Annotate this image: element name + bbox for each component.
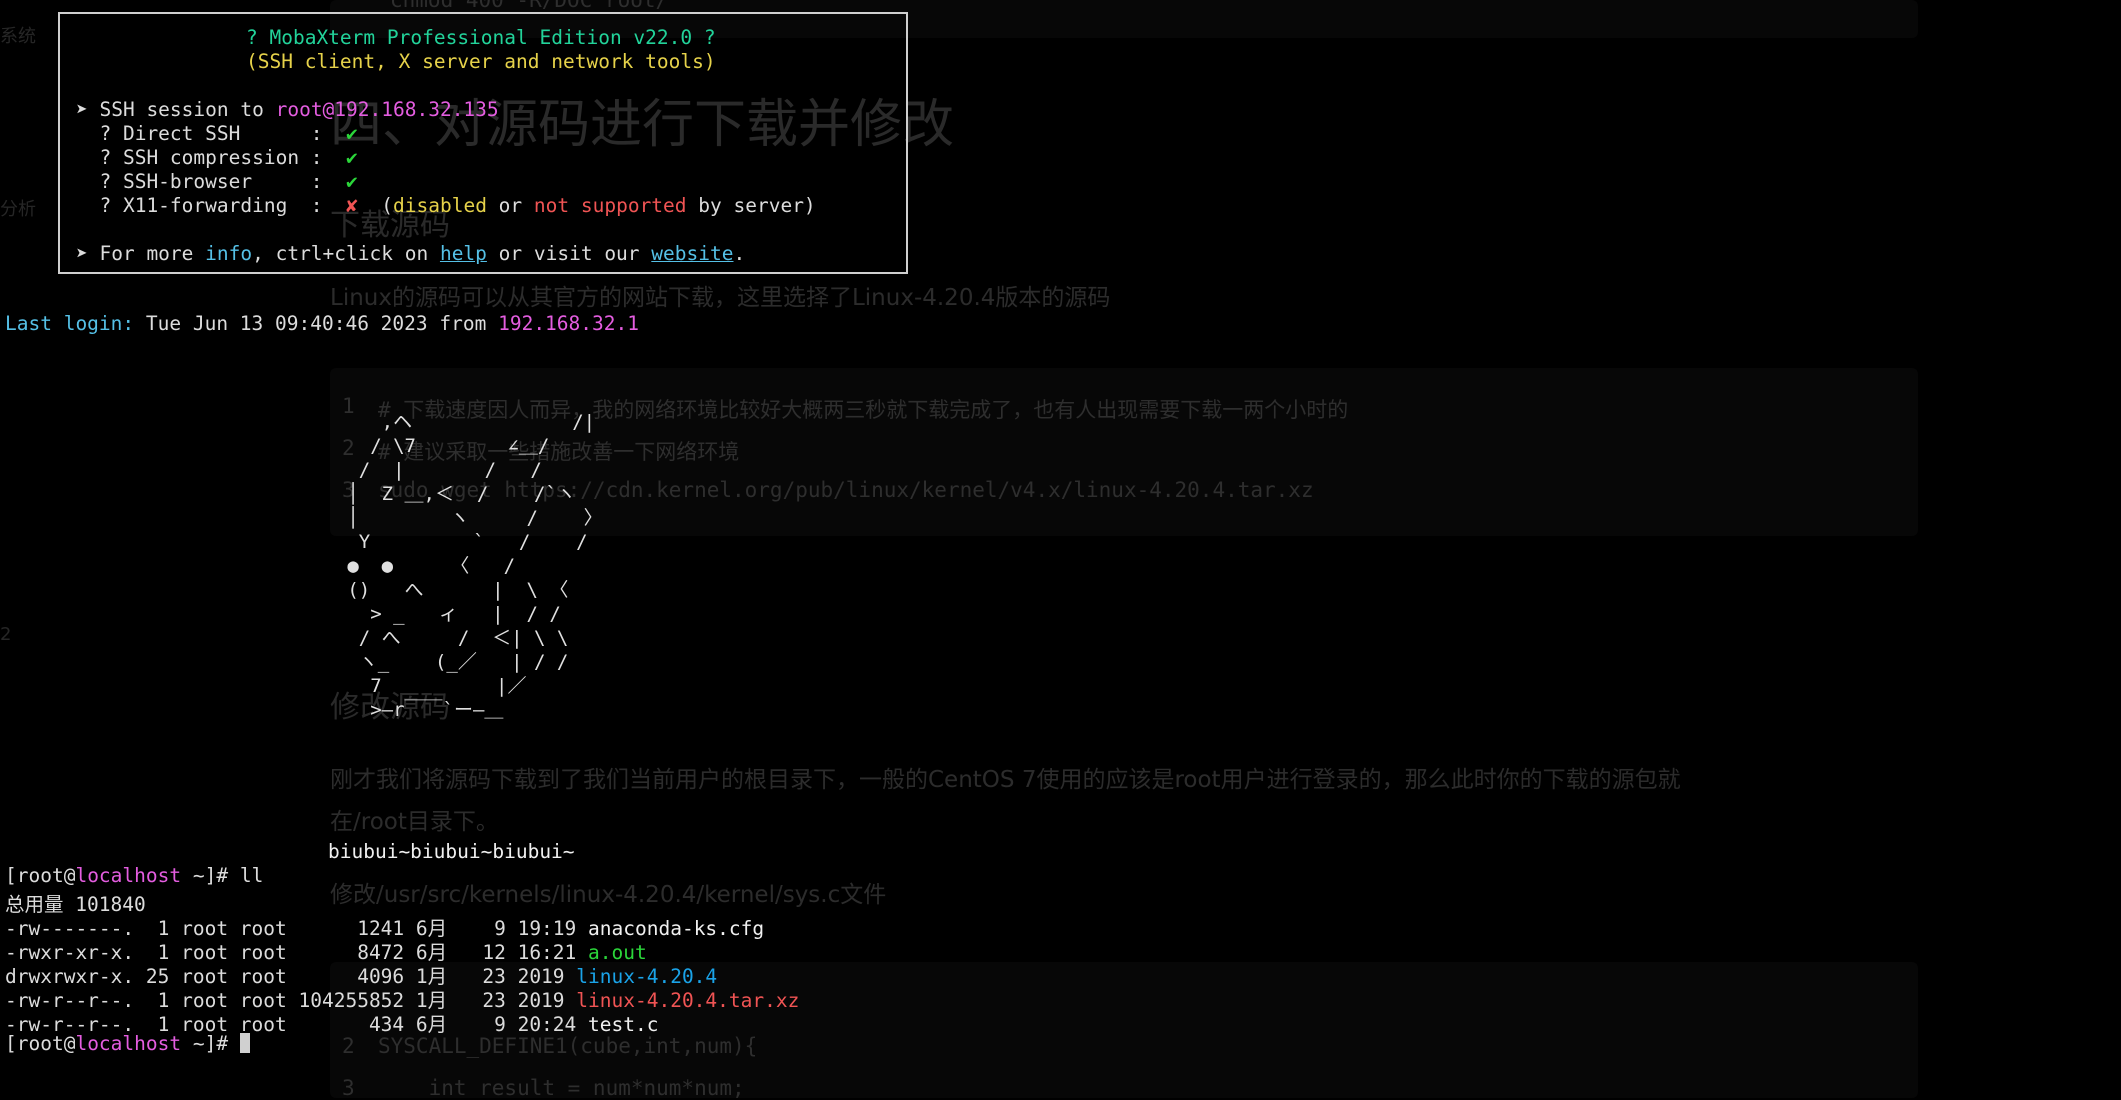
biubui-text: biubui~biubui~biubui~ — [328, 840, 575, 863]
side-text: 2 — [0, 624, 12, 645]
doc-paragraph-2b: 在/root目录下。 — [330, 809, 499, 835]
check-icon: ✔ — [346, 170, 358, 193]
file-name: test.c — [588, 1013, 659, 1036]
ascii-art: ,ヘ /| / \7 ∠＿/ / | / / │ Z ＿,＜ / /`ヽ │ ヽ… — [347, 411, 603, 721]
banner-subtitle: (SSH client, X server and network tools) — [246, 50, 716, 73]
login-ip: 192.168.32.1 — [498, 312, 639, 335]
code-line: int result = num*num*num; — [378, 1076, 745, 1100]
ssh-compression-line: ? SSH compression : ✔ — [76, 146, 358, 169]
cross-icon: ✘ — [346, 194, 358, 217]
ssh-target: root@192.168.32.135 — [275, 98, 499, 121]
x11-forwarding-line: ? X11-forwarding : ✘ (disabled or not su… — [76, 194, 816, 217]
check-icon: ✔ — [346, 122, 358, 145]
website-link[interactable]: website — [651, 242, 733, 265]
top-code-line: chmod 400 -R/DOC root/ — [390, 0, 669, 12]
doc-paragraph-1: Linux的源码可以从其官方的网站下载，这里选择了Linux-4.20.4版本的… — [330, 285, 1111, 311]
current-prompt-line[interactable]: [root@localhost ~]# — [5, 1032, 250, 1055]
banner-title: ? MobaXterm Professional Edition v22.0 ? — [246, 26, 716, 49]
last-login-line: Last login: Tue Jun 13 09:40:46 2023 fro… — [5, 312, 639, 335]
ssh-browser-line: ? SSH-browser : ✔ — [76, 170, 358, 193]
doc-paragraph-2a: 刚才我们将源码下载到了我们当前用户的根目录下，一般的CentOS 7使用的应该是… — [330, 767, 1681, 793]
mobaxterm-banner: ? MobaXterm Professional Edition v22.0 ?… — [58, 12, 908, 274]
side-text: 分析 — [0, 199, 36, 220]
code-line: SYSCALL_DEFINE1(cube,int,num){ — [378, 1034, 758, 1058]
doc-paragraph-3: 修改/usr/src/kernels/linux-4.20.4/kernel/s… — [330, 882, 887, 908]
more-info-line: ➤ For more info, ctrl+click on help or v… — [76, 242, 746, 265]
ssh-session-line: ➤ SSH session to root@192.168.32.135 — [76, 98, 499, 121]
command-text: ll — [239, 864, 264, 887]
info-link[interactable]: info — [205, 242, 252, 265]
side-text: 系统 — [0, 26, 36, 47]
check-icon: ✔ — [346, 146, 358, 169]
terminal-cursor — [239, 1033, 250, 1053]
prompt-line: [root@localhost ~]# ll — [5, 864, 264, 887]
help-link[interactable]: help — [440, 242, 487, 265]
direct-ssh-line: ? Direct SSH : ✔ — [76, 122, 358, 145]
